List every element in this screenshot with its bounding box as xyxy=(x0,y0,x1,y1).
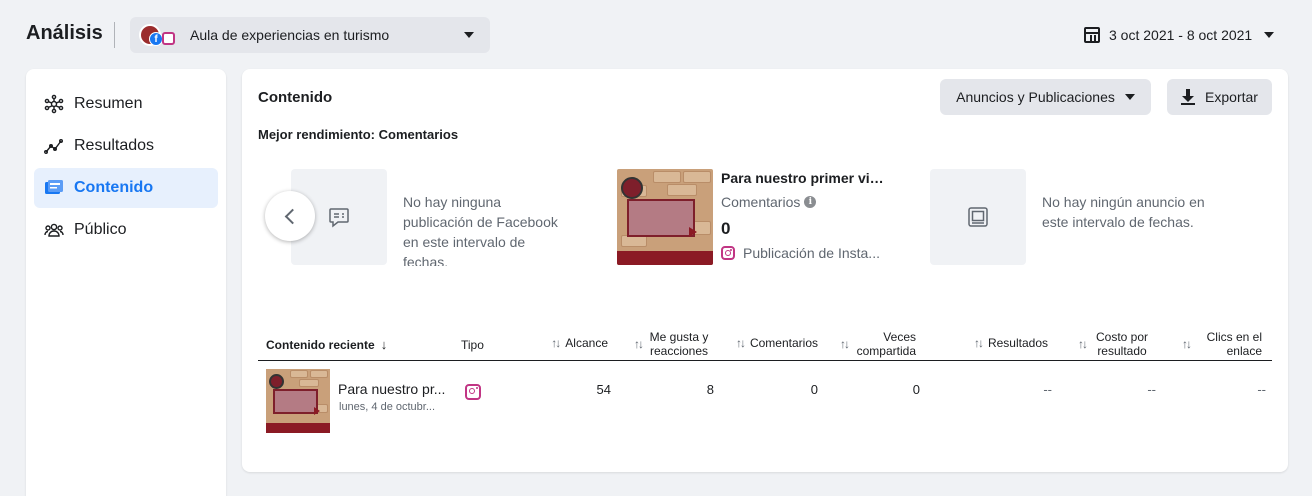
instagram-icon xyxy=(162,32,175,45)
info-icon[interactable]: i xyxy=(804,196,817,208)
export-button[interactable]: Exportar xyxy=(1167,79,1272,115)
sort-icon: ↑↓ xyxy=(1182,337,1192,351)
content-cards-icon xyxy=(44,178,64,198)
section-title: Contenido xyxy=(258,89,333,106)
column-header-type: Tipo xyxy=(461,338,484,352)
column-header-results[interactable]: ↑↓ Resultados xyxy=(948,336,1048,350)
sidebar-item-label: Público xyxy=(74,221,127,238)
network-icon xyxy=(44,94,64,114)
calendar-icon xyxy=(1084,27,1100,43)
instagram-icon xyxy=(465,384,481,400)
post-thumbnail[interactable] xyxy=(617,169,713,265)
column-header-content[interactable]: Contenido reciente ↓ xyxy=(266,337,388,353)
column-header-shares[interactable]: ↑↓ Veces compartida xyxy=(828,329,916,359)
ads-placeholder-thumb xyxy=(930,169,1026,265)
date-range-label: 3 oct 2021 - 8 oct 2021 xyxy=(1109,27,1253,43)
table-header: Contenido reciente ↓ Tipo ↑↓ Alcance ↑↓ … xyxy=(258,327,1272,361)
row-title[interactable]: Para nuestro pr... xyxy=(338,381,446,397)
sort-icon: ↑↓ xyxy=(735,336,746,350)
sidebar-item-label: Contenido xyxy=(74,179,154,196)
cell-results: -- xyxy=(1043,382,1052,397)
cell-likes: 8 xyxy=(706,382,714,397)
sort-icon: ↑↓ xyxy=(973,336,984,350)
page-title: Análisis xyxy=(26,22,103,44)
chevron-down-icon xyxy=(1264,32,1275,38)
facebook-empty-message: No hay ninguna publicación de Facebook e… xyxy=(403,194,558,266)
post-title[interactable]: Para nuestro primer via... xyxy=(721,170,886,186)
column-header-likes[interactable]: ↑↓ Me gusta y reacciones xyxy=(618,329,710,359)
sidebar-item-label: Resultados xyxy=(74,137,155,154)
cell-shares: 0 xyxy=(912,382,920,397)
column-header-reach[interactable]: ↑↓ Alcance xyxy=(528,336,608,350)
sidebar-item-label: Resumen xyxy=(74,95,143,112)
sidebar-item-publico[interactable]: Público xyxy=(34,210,218,250)
metric-value: 0 xyxy=(721,219,731,238)
source-label: Publicación de Insta... xyxy=(743,245,880,261)
sort-icon: ↑↓ xyxy=(551,336,561,350)
download-icon xyxy=(1181,89,1196,105)
header-divider xyxy=(114,22,115,48)
export-label: Exportar xyxy=(1205,89,1258,105)
column-header-comments[interactable]: ↑↓ Comentarios xyxy=(720,336,818,350)
people-icon xyxy=(44,220,64,240)
cell-comments: 0 xyxy=(810,382,818,397)
ads-empty-message: No hay ningún anuncio en este intervalo … xyxy=(1042,194,1205,230)
sidebar-item-contenido[interactable]: Contenido xyxy=(34,168,218,208)
table-row[interactable]: Para nuestro pr... lunes, 4 de octubr...… xyxy=(258,365,1272,435)
post-source: Publicación de Insta... xyxy=(721,245,886,261)
row-thumbnail xyxy=(266,369,330,433)
carousel-prev-button[interactable] xyxy=(265,191,315,241)
sort-icon: ↑↓ xyxy=(634,337,644,351)
facebook-icon: f xyxy=(149,32,163,46)
column-header-clicks[interactable]: ↑↓ Clics en el enlace xyxy=(1170,329,1262,359)
chevron-down-icon xyxy=(1124,94,1135,100)
account-name: Aula de experiencias en turismo xyxy=(190,27,390,43)
cell-reach: 54 xyxy=(596,382,611,397)
top-header: Análisis f Aula de experiencias en turis… xyxy=(0,0,1312,68)
row-date: lunes, 4 de octubr... xyxy=(339,401,436,413)
cell-clicks: -- xyxy=(1257,382,1266,397)
content-panel: Contenido Anuncios y Publicaciones Expor… xyxy=(242,69,1288,472)
comment-icon xyxy=(329,208,349,228)
ad-screen-icon xyxy=(968,207,988,227)
row-type xyxy=(465,384,481,400)
sidebar: Resumen Resultados Contenido Público xyxy=(26,69,226,496)
account-selector[interactable]: f Aula de experiencias en turismo xyxy=(130,17,490,53)
best-performance-label: Mejor rendimiento: Comentarios xyxy=(258,127,459,142)
sort-icon: ↑↓ xyxy=(1078,337,1088,351)
account-avatars: f xyxy=(139,24,175,48)
sidebar-item-resultados[interactable]: Resultados xyxy=(34,126,218,166)
cell-cost: -- xyxy=(1147,382,1156,397)
trend-line-icon xyxy=(44,136,64,156)
date-range-picker[interactable]: 3 oct 2021 - 8 oct 2021 xyxy=(1084,24,1275,46)
content-filter-dropdown[interactable]: Anuncios y Publicaciones xyxy=(940,79,1151,115)
chevron-down-icon xyxy=(464,32,474,38)
filter-label: Anuncios y Publicaciones xyxy=(956,89,1115,105)
arrow-down-icon: ↓ xyxy=(380,337,388,352)
metric-label: Comentarios xyxy=(721,194,801,210)
column-header-cost[interactable]: ↑↓ Costo por resultado xyxy=(1064,329,1152,359)
instagram-icon xyxy=(721,246,735,260)
sort-icon: ↑↓ xyxy=(840,337,850,351)
chevron-left-icon xyxy=(284,208,300,224)
post-metric: Comentarios i xyxy=(721,194,817,210)
sidebar-item-resumen[interactable]: Resumen xyxy=(34,84,218,124)
